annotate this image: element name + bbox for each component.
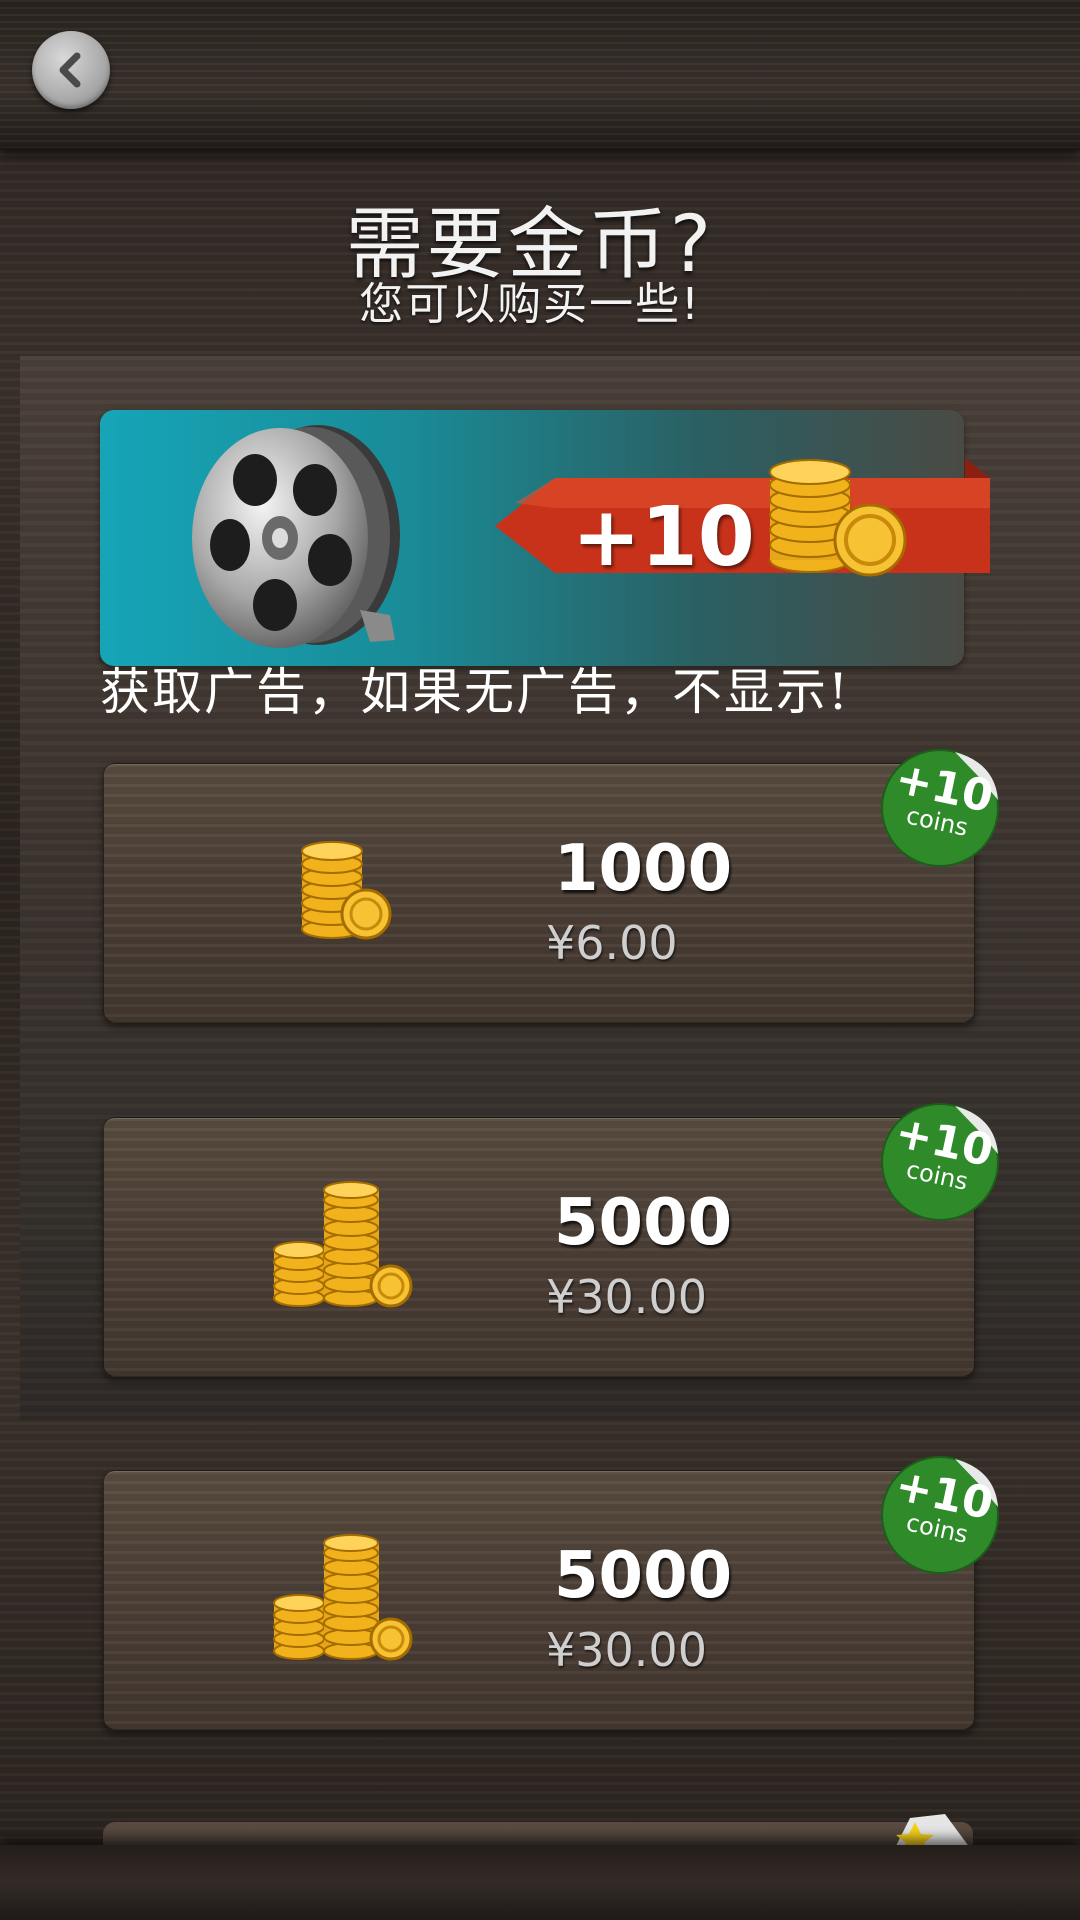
bonus-badge: +10 coins <box>880 1455 1000 1575</box>
back-button[interactable] <box>32 31 110 109</box>
bottom-bar <box>0 1845 1080 1920</box>
page-subtitle: 您可以购买一些! <box>359 279 701 330</box>
coin-amount: 5000 <box>554 1186 733 1260</box>
reward-label: +10 <box>572 490 755 585</box>
bonus-badge: +10 coins <box>880 1102 1000 1222</box>
coin-amount: 1000 <box>554 832 733 906</box>
coin-price: ¥30.00 <box>546 1270 707 1324</box>
star-sticker-icon <box>895 1814 970 1848</box>
coin-amount: 5000 <box>554 1539 733 1613</box>
coin-price: ¥6.00 <box>546 916 678 970</box>
ad-notice: 获取广告，如果无广告，不显示! <box>100 663 851 721</box>
coin-pack-card[interactable]: 1000 ¥6.00 <box>103 763 975 1023</box>
top-bar <box>0 0 1080 150</box>
coin-pack-card[interactable]: 5000 ¥30.00 <box>103 1117 975 1377</box>
film-reel-icon <box>192 425 400 648</box>
chevron-left-icon <box>59 52 81 88</box>
coin-stack-icon <box>273 1181 413 1308</box>
coin-stack-icon <box>301 841 392 940</box>
bonus-badge: +10 coins <box>880 748 1000 868</box>
coin-pack-card[interactable]: 5000 ¥30.00 <box>103 1470 975 1730</box>
coin-stack-icon <box>769 459 907 577</box>
coin-stack-icon <box>273 1534 413 1661</box>
coin-price: ¥30.00 <box>546 1623 707 1677</box>
